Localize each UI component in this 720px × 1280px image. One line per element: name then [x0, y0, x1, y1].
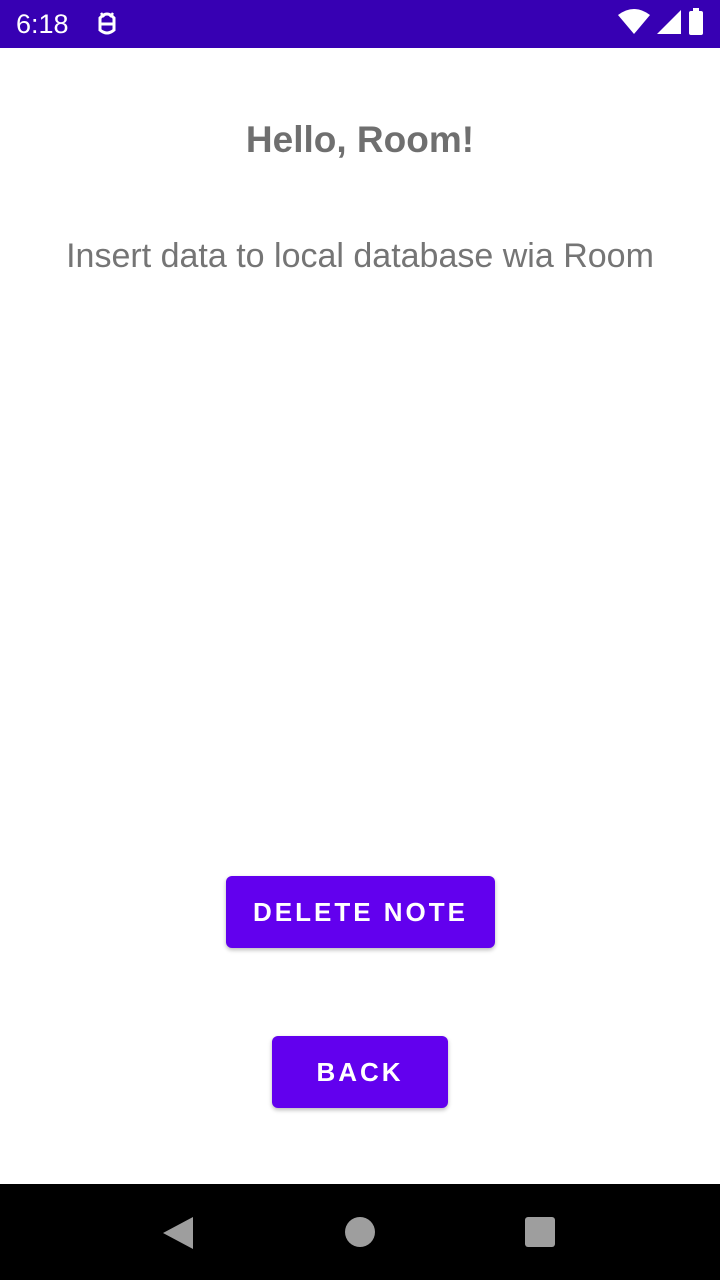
- wifi-icon: [618, 8, 650, 40]
- back-triangle-icon[interactable]: [162, 1216, 194, 1250]
- page-title: Hello, Room!: [245, 119, 475, 160]
- delete-note-button[interactable]: DELETE NOTE: [226, 876, 495, 948]
- battery-icon: [688, 7, 704, 41]
- status-bar: 6:18: [0, 0, 720, 48]
- navigation-bar: [0, 1184, 720, 1280]
- cellular-signal-icon: [656, 9, 682, 40]
- android-debug-icon: [92, 10, 122, 38]
- page-subtitle: Insert data to local database wia Room: [66, 237, 654, 275]
- status-icons: [618, 7, 704, 41]
- home-circle-icon[interactable]: [345, 1217, 375, 1247]
- main-content: Hello, Room! Insert data to local databa…: [0, 48, 720, 1184]
- recents-square-icon[interactable]: [525, 1217, 555, 1247]
- status-time: 6:18: [16, 9, 69, 39]
- app-screen: 6:18 Hello, Room! Insert data to local d…: [0, 0, 720, 1280]
- back-button[interactable]: BACK: [272, 1036, 448, 1108]
